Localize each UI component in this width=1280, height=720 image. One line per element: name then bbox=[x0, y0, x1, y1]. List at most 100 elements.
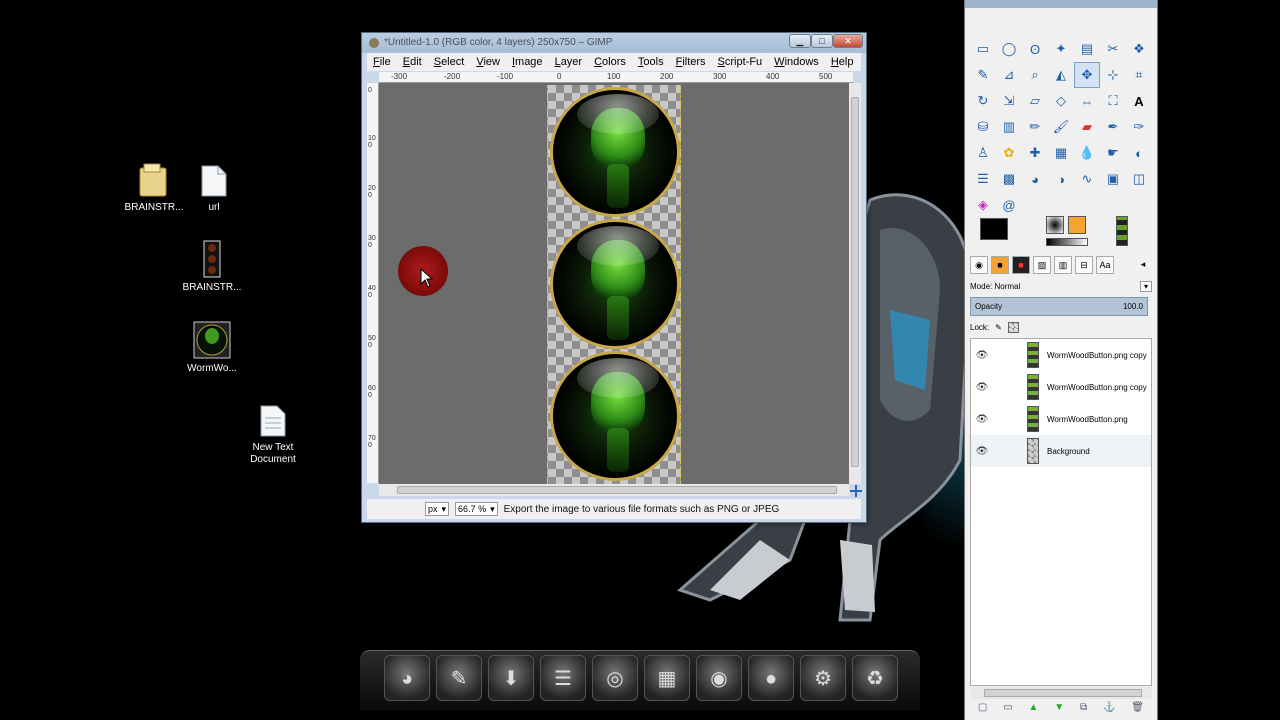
scale-tool-icon[interactable]: ⇲ bbox=[996, 88, 1022, 114]
cage-tool-icon[interactable]: ⛶ bbox=[1100, 88, 1126, 114]
fonts-tab-icon[interactable]: Aa bbox=[1096, 256, 1114, 274]
duplicate-layer-icon[interactable]: ⧉ bbox=[1080, 702, 1087, 718]
scroll-thumb[interactable] bbox=[984, 689, 1142, 697]
color-picker-tool-icon[interactable]: ⊿ bbox=[996, 62, 1022, 88]
brightness-icon[interactable]: ◑ bbox=[1048, 166, 1074, 192]
brushes-tab-icon[interactable]: ▨ bbox=[1033, 256, 1051, 274]
menu-edit[interactable]: Edit bbox=[397, 56, 428, 68]
dock-recycle-bin-icon[interactable]: ♻ bbox=[852, 655, 898, 701]
paths-tool-icon[interactable]: ✎ bbox=[970, 62, 996, 88]
raise-layer-icon[interactable]: ▲ bbox=[1029, 702, 1039, 718]
threshold-icon[interactable]: ▣ bbox=[1100, 166, 1126, 192]
dock-edit-icon[interactable]: ✎ bbox=[436, 655, 482, 701]
image-preview[interactable] bbox=[1116, 216, 1128, 246]
dock-media-icon[interactable]: ▦ bbox=[644, 655, 690, 701]
dock-camera-icon[interactable]: ◉ bbox=[696, 655, 742, 701]
scroll-thumb[interactable] bbox=[397, 486, 837, 494]
menu-colors[interactable]: Colors bbox=[588, 56, 632, 68]
align-tool-icon[interactable]: ⊹ bbox=[1100, 62, 1126, 88]
blur-tool-icon[interactable]: 💧 bbox=[1074, 140, 1100, 166]
new-layer-icon[interactable]: ▢ bbox=[978, 702, 987, 718]
visibility-eye-icon[interactable]: 👁 bbox=[971, 350, 993, 361]
visibility-eye-icon[interactable]: 👁 bbox=[971, 414, 993, 425]
crop-tool-icon[interactable]: ⌗ bbox=[1126, 62, 1152, 88]
layers-list[interactable]: 👁 WormWoodButton.png copy 👁 WormWoodButt… bbox=[970, 338, 1152, 686]
scissors-tool-icon[interactable]: ✂ bbox=[1100, 36, 1126, 62]
colors-tab-icon[interactable]: ■ bbox=[1012, 256, 1030, 274]
desaturate-icon[interactable]: ◫ bbox=[1126, 166, 1152, 192]
delete-layer-icon[interactable]: 🗑 bbox=[1131, 702, 1144, 718]
desktop-icon-url[interactable]: url bbox=[178, 164, 250, 214]
maximize-button[interactable]: □ bbox=[811, 34, 833, 48]
visibility-eye-icon[interactable]: 👁 bbox=[971, 382, 993, 393]
menu-filters[interactable]: Filters bbox=[670, 56, 712, 68]
close-button[interactable]: ✕ bbox=[833, 34, 863, 48]
dock-download-icon[interactable]: ⬇ bbox=[488, 655, 534, 701]
curves-icon[interactable]: ∿ bbox=[1074, 166, 1100, 192]
rect-select-tool-icon[interactable]: ▭ bbox=[970, 36, 996, 62]
perspective-tool-icon[interactable]: ◇ bbox=[1048, 88, 1074, 114]
gradient-preview[interactable] bbox=[1046, 238, 1088, 246]
horizontal-scrollbar[interactable] bbox=[379, 484, 849, 496]
minimize-button[interactable]: ▁ bbox=[789, 34, 811, 48]
scroll-thumb[interactable] bbox=[851, 97, 859, 467]
color-select-tool-icon[interactable]: ▤ bbox=[1074, 36, 1100, 62]
vertical-ruler[interactable]: 0 100 200 300 400 500 600 700 bbox=[367, 83, 379, 483]
gradients-tab-icon[interactable]: ▥ bbox=[1054, 256, 1072, 274]
airbrush-tool-icon[interactable]: ✒ bbox=[1100, 114, 1126, 140]
layer-row[interactable]: 👁 WormWoodButton.png copy bbox=[971, 371, 1151, 403]
menu-tools[interactable]: Tools bbox=[632, 56, 670, 68]
flip-tool-icon[interactable]: ⇔ bbox=[1074, 88, 1100, 114]
layer-row[interactable]: 👁 WormWoodButton.png bbox=[971, 403, 1151, 435]
ellipse-select-tool-icon[interactable]: ◯ bbox=[996, 36, 1022, 62]
paintbrush-tool-icon[interactable]: 🖌 bbox=[1048, 114, 1074, 140]
new-layer-group-icon[interactable]: ▭ bbox=[1003, 702, 1012, 718]
mypaint-brush-tool-icon[interactable]: ♙ bbox=[970, 140, 996, 166]
dock-titlebar[interactable] bbox=[965, 0, 1157, 8]
vertical-scrollbar[interactable] bbox=[849, 83, 861, 484]
dodge-burn-tool-icon[interactable]: ◐ bbox=[1126, 140, 1152, 166]
desktop-icon-brainstr-image[interactable]: BRAINSTR... bbox=[176, 240, 248, 294]
gimp-toolbox-dock[interactable]: ▭ ◯ ʘ ✦ ▤ ✂ ❖ ✎ ⊿ ⌕ ◭ ✥ ⊹ ⌗ ↻ ⇲ ▱ ◇ ⇔ ⛶ … bbox=[964, 0, 1158, 720]
perspective-clone-tool-icon[interactable]: ▦ bbox=[1048, 140, 1074, 166]
anchor-layer-icon[interactable]: ⚓ bbox=[1103, 702, 1115, 718]
lock-alpha-icon[interactable] bbox=[1007, 321, 1019, 333]
free-select-tool-icon[interactable]: ʘ bbox=[1022, 36, 1048, 62]
smudge-tool-icon[interactable]: ☛ bbox=[1100, 140, 1126, 166]
visibility-eye-icon[interactable]: 👁 bbox=[971, 446, 993, 457]
tab-menu-icon[interactable]: ◂ bbox=[1134, 256, 1152, 274]
opacity-slider[interactable]: Opacity 100.0 bbox=[970, 297, 1148, 316]
shear-tool-icon[interactable]: ▱ bbox=[1022, 88, 1048, 114]
rotate-tool-icon[interactable]: ↻ bbox=[970, 88, 996, 114]
color-balance-icon[interactable]: ▩ bbox=[996, 166, 1022, 192]
menu-view[interactable]: View bbox=[470, 56, 506, 68]
foreground-color-swatch[interactable] bbox=[980, 218, 1008, 240]
menu-layer[interactable]: Layer bbox=[549, 56, 589, 68]
menu-script-fu[interactable]: Script-Fu bbox=[712, 56, 769, 68]
text-tool-icon[interactable]: A bbox=[1126, 88, 1152, 114]
brush-preview[interactable] bbox=[1046, 216, 1064, 234]
image-layer-strip[interactable] bbox=[547, 85, 681, 484]
layer-row[interactable]: 👁 Background bbox=[971, 435, 1151, 467]
channels-tab-icon[interactable]: ⊟ bbox=[1075, 256, 1093, 274]
foreground-select-tool-icon[interactable]: ❖ bbox=[1126, 36, 1152, 62]
layer-row[interactable]: 👁 WormWoodButton.png copy bbox=[971, 339, 1151, 371]
image-canvas[interactable] bbox=[379, 83, 849, 484]
layers-horizontal-scrollbar[interactable] bbox=[970, 687, 1152, 699]
fuzzy-select-tool-icon[interactable]: ✦ bbox=[1048, 36, 1074, 62]
patterns-tab-icon[interactable]: ■ bbox=[991, 256, 1009, 274]
menu-file[interactable]: File bbox=[367, 56, 397, 68]
pencil-tool-icon[interactable]: ✏ bbox=[1022, 114, 1048, 140]
lock-pixels-icon[interactable]: ✎ bbox=[995, 323, 1002, 332]
clone-tool-icon[interactable]: ✿ bbox=[996, 140, 1022, 166]
dock-browser-icon[interactable]: ◎ bbox=[592, 655, 638, 701]
menu-windows[interactable]: Windows bbox=[768, 56, 825, 68]
measure-tool-icon[interactable]: ◭ bbox=[1048, 62, 1074, 88]
bucket-fill-tool-icon[interactable]: ⛁ bbox=[970, 114, 996, 140]
zoom-select[interactable]: 66.7 % ▾ bbox=[455, 502, 498, 516]
dock-gimp-icon[interactable]: ◕ bbox=[384, 655, 430, 701]
ink-tool-icon[interactable]: ✑ bbox=[1126, 114, 1152, 140]
pattern-preview[interactable] bbox=[1068, 216, 1086, 234]
tool-options-tab-icon[interactable]: ◉ bbox=[970, 256, 988, 274]
blend-tool-icon[interactable]: ▥ bbox=[996, 114, 1022, 140]
